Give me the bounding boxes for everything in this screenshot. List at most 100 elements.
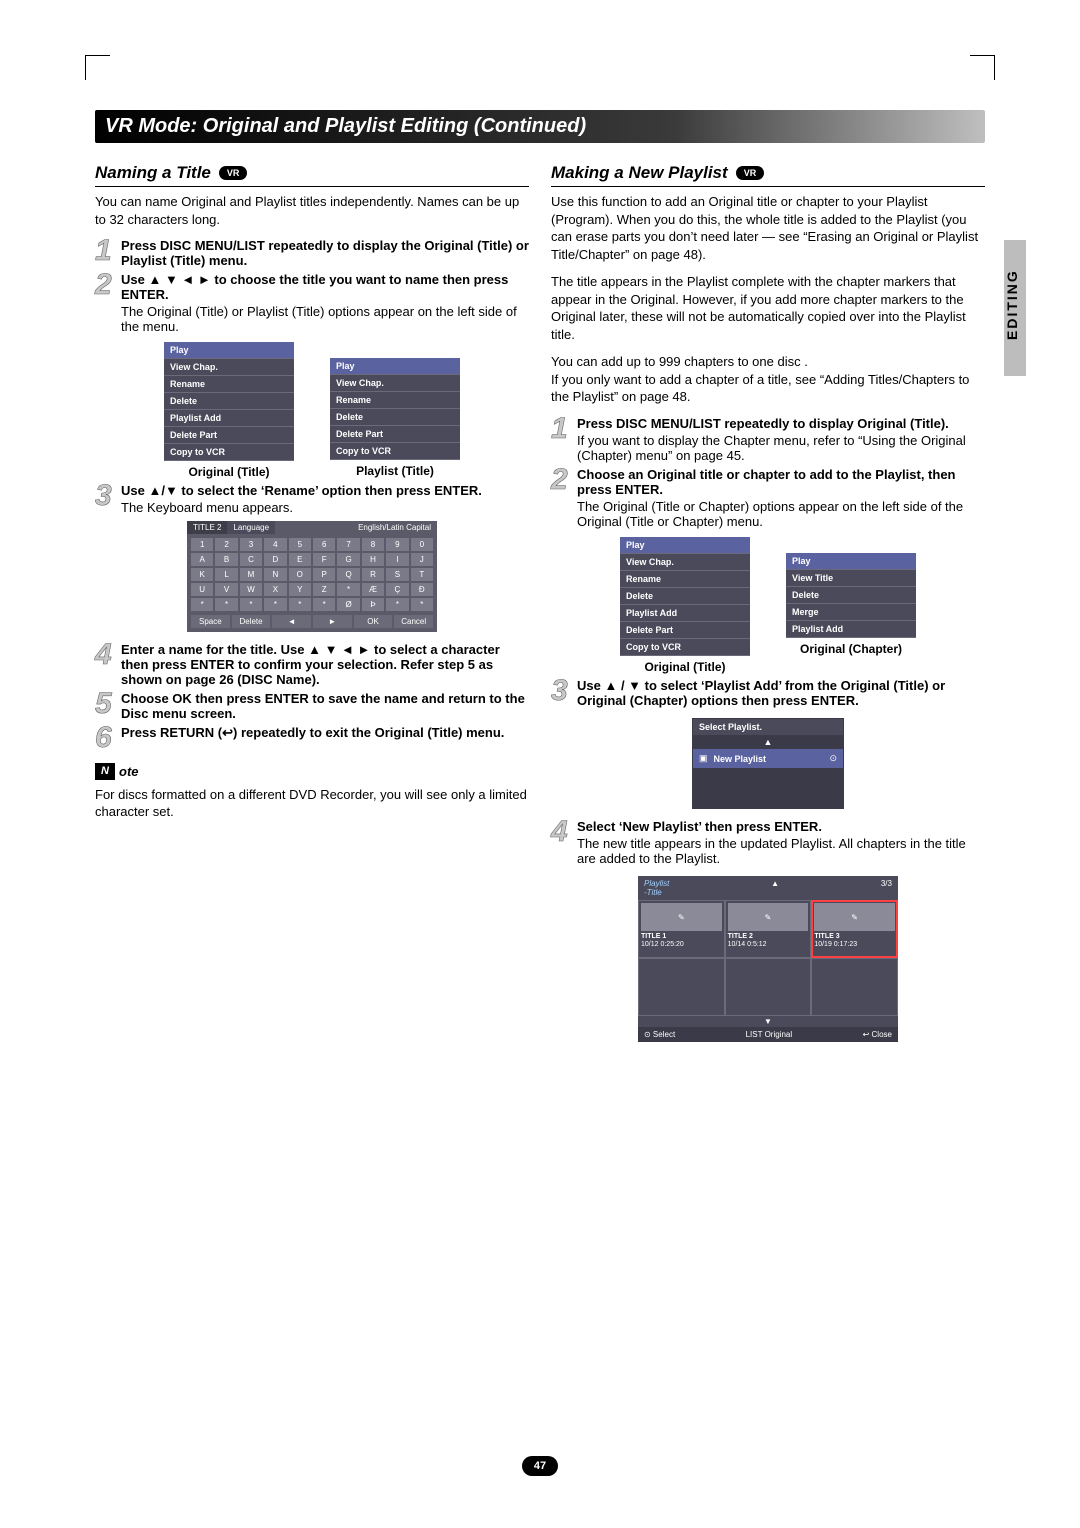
blank-area bbox=[693, 768, 843, 808]
kbd-key: Æ bbox=[362, 583, 384, 596]
note-label-rest: ote bbox=[119, 764, 139, 779]
r-step-2: 2 Choose an Original title or chapter to… bbox=[551, 467, 985, 529]
kbd-bottom-key: Cancel bbox=[394, 615, 433, 628]
r-step-3-bold: Use ▲ / ▼ to select ‘Playlist Add’ from … bbox=[577, 678, 945, 708]
playlist-tile: ✎TITLE 210/14 0:5:12 bbox=[725, 900, 812, 958]
playlist-title-menu: Play View Chap. Rename Delete Delete Par… bbox=[330, 358, 460, 460]
r-step-1-bold: Press DISC MENU/LIST repeatedly to displ… bbox=[577, 416, 949, 431]
menu-item: Merge bbox=[786, 604, 916, 621]
kbd-key: Ç bbox=[386, 583, 408, 596]
kbd-key: J bbox=[411, 553, 433, 566]
kbd-key: C bbox=[240, 553, 262, 566]
section-making-playlist: Making a New Playlist VR bbox=[551, 163, 985, 187]
kbd-bottom-key: Space bbox=[191, 615, 230, 628]
right-para-3: You can add up to 999 chapters to one di… bbox=[551, 353, 985, 406]
kbd-key: 9 bbox=[386, 538, 408, 551]
menu-item: View Title bbox=[786, 570, 916, 587]
right-para-2: The title appears in the Playlist comple… bbox=[551, 273, 985, 343]
r-step-4: 4 Select ‘New Playlist’ then press ENTER… bbox=[551, 819, 985, 866]
kbd-key: K bbox=[191, 568, 213, 581]
kbd-key: 7 bbox=[337, 538, 359, 551]
menu-item: Delete Part bbox=[164, 427, 294, 444]
kbd-key: Y bbox=[289, 583, 311, 596]
kbd-key: 0 bbox=[411, 538, 433, 551]
kbd-key: N bbox=[264, 568, 286, 581]
r-step-4-plain: The new title appears in the updated Pla… bbox=[577, 836, 985, 866]
kbd-key: 4 bbox=[264, 538, 286, 551]
page-number-badge: 47 bbox=[522, 1456, 558, 1476]
step-number-2: 2 bbox=[551, 467, 573, 529]
menu-item: View Chap. bbox=[620, 554, 750, 571]
right-para-3a: You can add up to 999 chapters to one di… bbox=[551, 354, 808, 369]
kbd-key: W bbox=[240, 583, 262, 596]
menu-item: View Chap. bbox=[164, 359, 294, 376]
right-para-1: Use this function to add an Original tit… bbox=[551, 193, 985, 263]
step-number-2: 2 bbox=[95, 272, 117, 334]
kbd-key: X bbox=[264, 583, 286, 596]
r-step-2-plain: The Original (Title or Chapter) options … bbox=[577, 499, 985, 529]
step-1: 1 Press DISC MENU/LIST repeatedly to dis… bbox=[95, 238, 529, 268]
kbd-key: * bbox=[386, 598, 408, 611]
step-3-bold: Use ▲/▼ to select the ‘Rename’ option th… bbox=[121, 483, 482, 498]
r-step-4-bold: Select ‘New Playlist’ then press ENTER. bbox=[577, 819, 822, 834]
r-step-2-bold: Choose an Original title or chapter to a… bbox=[577, 467, 956, 497]
kbd-bottom-key: ◄ bbox=[272, 615, 311, 628]
menu-illustrations: Play View Chap. Rename Delete Playlist A… bbox=[95, 342, 529, 479]
kbd-key: * bbox=[313, 598, 335, 611]
kbd-key: S bbox=[386, 568, 408, 581]
kbd-bottom-key: OK bbox=[354, 615, 393, 628]
original-chapter-menu-r: Play View Title Delete Merge Playlist Ad… bbox=[786, 553, 916, 638]
select-playlist-header: Select Playlist. bbox=[693, 719, 843, 735]
new-playlist-label: New Playlist bbox=[714, 754, 767, 764]
kbd-key: * bbox=[240, 598, 262, 611]
select-hint: ⊙ Select bbox=[644, 1030, 675, 1039]
step-number-3: 3 bbox=[95, 483, 117, 515]
kbd-key: I bbox=[386, 553, 408, 566]
original-title-menu: Play View Chap. Rename Delete Playlist A… bbox=[164, 342, 294, 461]
menu-item: Delete Part bbox=[330, 426, 460, 443]
kbd-key: F bbox=[313, 553, 335, 566]
kbd-key: O bbox=[289, 568, 311, 581]
original-title-menu-r: Play View Chap. Rename Delete Playlist A… bbox=[620, 537, 750, 656]
keyboard-illustration: TITLE 2 Language English/Latin Capital 1… bbox=[187, 521, 437, 632]
kbd-key: 2 bbox=[215, 538, 237, 551]
kbd-key: B bbox=[215, 553, 237, 566]
menu-item: Delete bbox=[164, 393, 294, 410]
kbd-key: U bbox=[191, 583, 213, 596]
kbd-key: 8 bbox=[362, 538, 384, 551]
kbd-key: 1 bbox=[191, 538, 213, 551]
kbd-key: V bbox=[215, 583, 237, 596]
step-number-4: 4 bbox=[551, 819, 573, 866]
kbd-key: H bbox=[362, 553, 384, 566]
left-column: Naming a Title VR You can name Original … bbox=[95, 157, 529, 1046]
kbd-key: E bbox=[289, 553, 311, 566]
kbd-key: * bbox=[337, 583, 359, 596]
kbd-key: T bbox=[411, 568, 433, 581]
menu-caption: Playlist (Title) bbox=[330, 464, 460, 478]
menu-caption: Original (Title) bbox=[164, 465, 294, 479]
kbd-key: Ø bbox=[337, 598, 359, 611]
right-para-3b: If you only want to add a chapter of a t… bbox=[551, 372, 969, 405]
right-column: Making a New Playlist VR Use this functi… bbox=[551, 157, 985, 1046]
r-step-3: 3 Use ▲ / ▼ to select ‘Playlist Add’ fro… bbox=[551, 678, 985, 708]
step-2-plain: The Original (Title) or Playlist (Title)… bbox=[121, 304, 529, 334]
kbd-lang-value: English/Latin Capital bbox=[275, 521, 437, 534]
menu-item: Playlist Add bbox=[164, 410, 294, 427]
step-number-5: 5 bbox=[95, 691, 117, 721]
crop-mark bbox=[970, 55, 995, 80]
kbd-bottom-key: Delete bbox=[232, 615, 271, 628]
side-tab-editing: EDITING bbox=[1004, 240, 1026, 376]
kbd-bottom-key: ► bbox=[313, 615, 352, 628]
right-menu-illustrations: Play View Chap. Rename Delete Playlist A… bbox=[551, 537, 985, 674]
kbd-key: 3 bbox=[240, 538, 262, 551]
kbd-title-field: TITLE 2 bbox=[187, 521, 227, 534]
new-playlist-row: ▣ New Playlist ⊙ bbox=[693, 749, 843, 768]
playlist-tile: ✎TITLE 110/12 0:25:20 bbox=[638, 900, 725, 958]
menu-item: Delete Part bbox=[620, 622, 750, 639]
menu-item: Play bbox=[620, 537, 750, 554]
step-6: 6 Press RETURN (↩) repeatedly to exit th… bbox=[95, 725, 529, 751]
step-4-bold: Enter a name for the title. Use ▲ ▼ ◄ ► … bbox=[121, 642, 500, 687]
kbd-key: G bbox=[337, 553, 359, 566]
menu-item: Play bbox=[330, 358, 460, 375]
menu-item: Rename bbox=[330, 392, 460, 409]
